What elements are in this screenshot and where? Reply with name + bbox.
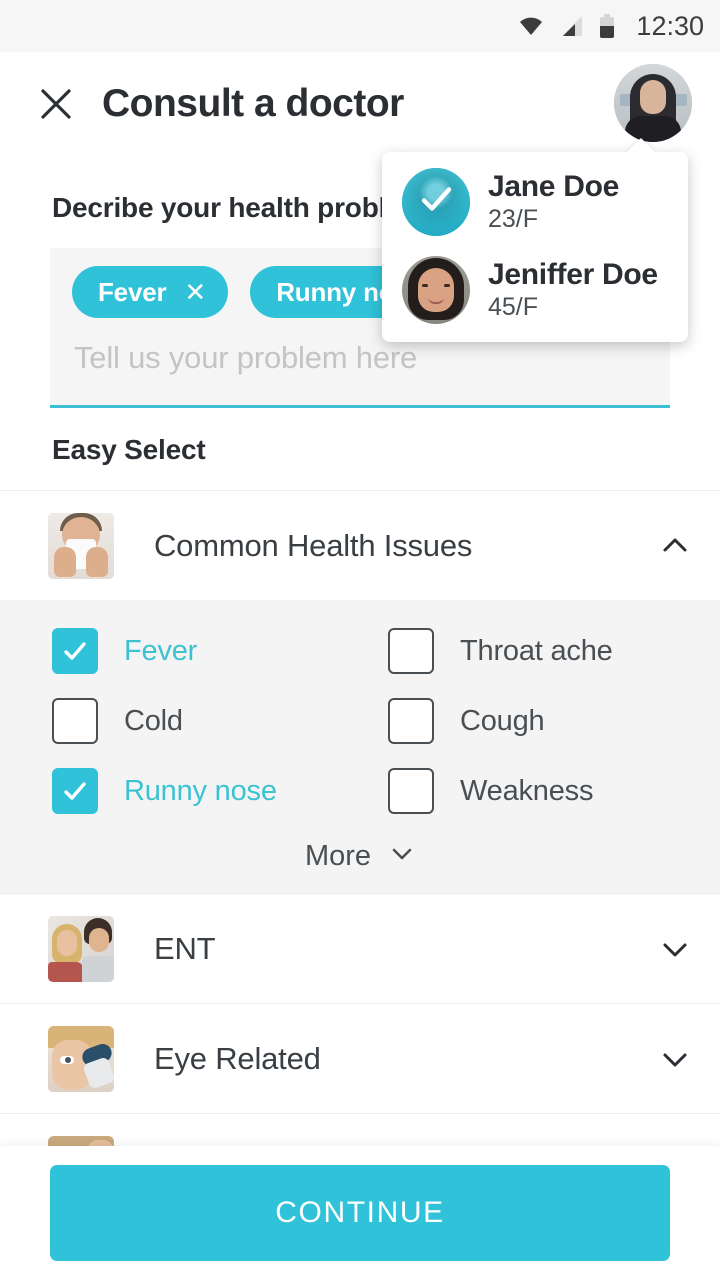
checkbox-item-throat-ache[interactable]: Throat ache [388, 628, 720, 674]
status-icons: 12:30 [518, 11, 704, 42]
app-root: 12:30 Consult a doctor Decribe your heal… [0, 0, 720, 1280]
checkbox-icon[interactable] [388, 698, 434, 744]
page-title: Consult a doctor [102, 82, 404, 125]
chevron-up-icon[interactable] [658, 529, 692, 563]
popup-arrow [626, 138, 656, 153]
profile-text: Jane Doe 23/F [488, 170, 619, 233]
easy-select-heading: Easy Select [52, 434, 206, 465]
accordion-title: Common Health Issues [154, 527, 473, 563]
profile-name: Jeniffer Doe [488, 258, 658, 292]
wifi-icon [518, 16, 544, 36]
checkbox-item-cough[interactable]: Cough [388, 698, 720, 744]
bottom-action-bar: CONTINUE [0, 1146, 720, 1280]
checkbox-item-weakness[interactable]: Weakness [388, 768, 720, 814]
checkbox-label: Cough [460, 704, 545, 737]
check-icon [415, 179, 457, 226]
chevron-down-icon[interactable] [658, 932, 692, 966]
symptom-input-placeholder: Tell us your problem here [74, 340, 418, 375]
profile-selector-popup[interactable]: Jane Doe 23/F Jeniffer Doe 45/F [382, 138, 688, 342]
checkbox-item-cold[interactable]: Cold [52, 698, 388, 744]
chevron-down-icon[interactable] [658, 1042, 692, 1076]
profile-name: Jane Doe [488, 170, 619, 204]
profile-text: Jeniffer Doe 45/F [488, 258, 658, 321]
close-icon[interactable] [34, 82, 78, 126]
checkbox-icon[interactable] [388, 768, 434, 814]
accordion-title: Eye Related [154, 1040, 321, 1076]
continue-button[interactable]: CONTINUE [50, 1165, 670, 1261]
checkbox-item-runny-nose[interactable]: Runny nose [52, 768, 388, 814]
profile-meta: 45/F [488, 293, 539, 322]
chip-fever[interactable]: Fever ✕ [72, 266, 229, 318]
checkbox-label: Throat ache [460, 634, 613, 667]
skin-photo-icon [48, 1135, 114, 1146]
checkbox-label: Cold [124, 704, 183, 737]
common-health-issues-panel: Fever Throat ache Cold Cough Runny nose … [0, 600, 720, 893]
ent-photo-icon [48, 915, 114, 982]
avatar [402, 256, 470, 324]
profile-meta: 23/F [488, 205, 539, 234]
checkbox-label: Runny nose [124, 774, 277, 807]
clock: 12:30 [636, 10, 704, 41]
cold-photo-icon [48, 512, 114, 579]
checkbox-icon[interactable] [52, 768, 98, 814]
more-symptoms-button[interactable]: More [0, 840, 720, 873]
symptom-checkbox-grid: Fever Throat ache Cold Cough Runny nose … [0, 628, 720, 814]
avatar[interactable] [614, 64, 692, 142]
avatar [402, 168, 470, 236]
profile-item-jeniffer-doe[interactable]: Jeniffer Doe 45/F [382, 246, 688, 334]
accordion-title: ENT [154, 930, 216, 966]
accordion-skin-and-hair[interactable]: Skin and hair [0, 1113, 720, 1146]
accordion-ent[interactable]: ENT [0, 893, 720, 1003]
status-bar: 12:30 [0, 0, 720, 52]
checkbox-icon[interactable] [52, 698, 98, 744]
chevron-down-icon[interactable] [389, 841, 415, 872]
profile-item-jane-doe[interactable]: Jane Doe 23/F [382, 158, 688, 246]
accordion-common-health-issues[interactable]: Common Health Issues [0, 490, 720, 600]
checkbox-label: Weakness [460, 774, 594, 807]
battery-icon [600, 14, 615, 38]
cellular-signal-icon [560, 15, 584, 37]
checkbox-label: Fever [124, 634, 198, 667]
checkbox-icon[interactable] [388, 628, 434, 674]
checkbox-icon[interactable] [52, 628, 98, 674]
chip-label: Fever [98, 276, 167, 307]
eye-photo-icon [48, 1025, 114, 1092]
accordion-eye-related[interactable]: Eye Related [0, 1003, 720, 1113]
close-icon[interactable]: ✕ [184, 279, 206, 305]
app-bar: Consult a doctor [0, 52, 720, 156]
checkbox-item-fever[interactable]: Fever [52, 628, 388, 674]
more-label: More [304, 840, 372, 872]
